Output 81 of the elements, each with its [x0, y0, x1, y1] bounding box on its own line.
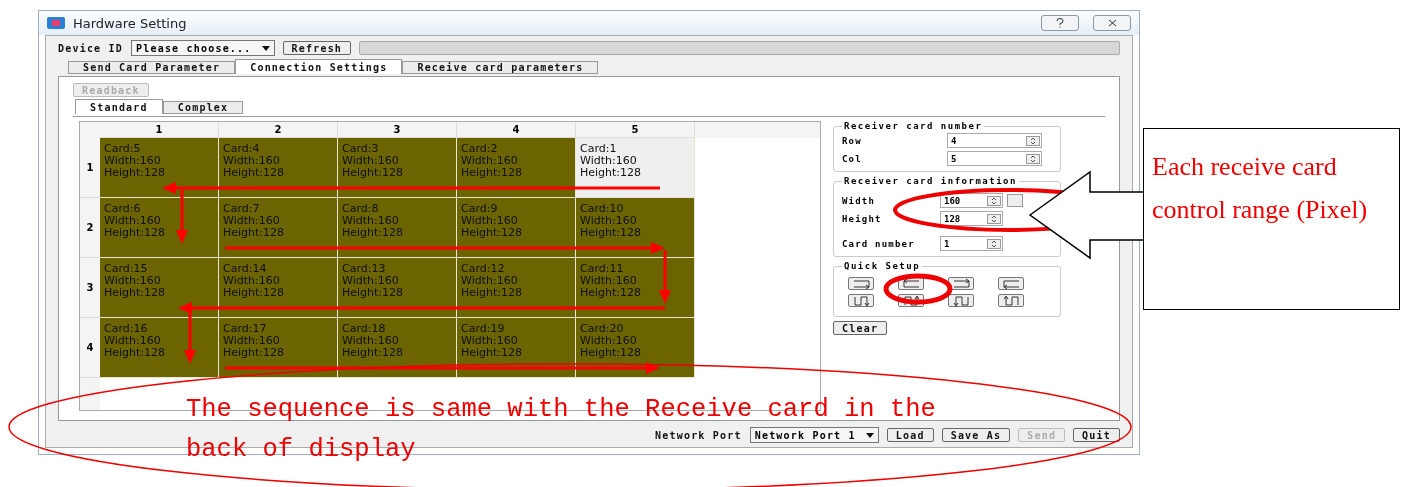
- card-cell[interactable]: Card:10 Width:160 Height:128: [576, 198, 695, 258]
- card-cell[interactable]: Card:15 Width:160 Height:128: [100, 258, 219, 318]
- card-cell[interactable]: Card:13 Width:160 Height:128: [338, 258, 457, 318]
- spin-field[interactable]: 1: [940, 236, 1003, 251]
- column-header: 1: [100, 122, 219, 138]
- caret-icon: [865, 432, 874, 438]
- card-cell[interactable]: Card:3 Width:160 Height:128: [338, 138, 457, 198]
- column-header: 4: [457, 122, 576, 138]
- app-icon: [47, 17, 65, 29]
- tab[interactable]: Complex: [162, 101, 244, 114]
- spin-arrows-icon[interactable]: [1026, 135, 1040, 146]
- card-cell[interactable]: Card:6 Width:160 Height:128: [100, 198, 219, 258]
- group-title: Receiver card number: [843, 121, 984, 131]
- quick-setup-button[interactable]: [848, 277, 874, 290]
- close-icon: [1107, 19, 1117, 27]
- field-label: Row: [842, 135, 863, 146]
- spin-field[interactable]: 4: [947, 133, 1042, 148]
- spin-field[interactable]: 5: [947, 151, 1042, 166]
- spin-arrows-icon[interactable]: [987, 213, 1001, 224]
- action-button[interactable]: Quit: [1073, 428, 1120, 442]
- annotation-note-line: The sequence is same with the Receive card in the: [186, 394, 936, 426]
- column-header: 5: [576, 122, 695, 138]
- close-button[interactable]: [1093, 15, 1131, 31]
- card-cell[interactable]: Card:12 Width:160 Height:128: [457, 258, 576, 318]
- card-cell[interactable]: Card:9 Width:160 Height:128: [457, 198, 576, 258]
- help-icon: [1056, 18, 1064, 28]
- row-header: 4: [80, 318, 100, 378]
- card-cell[interactable]: Card:7 Width:160 Height:128: [219, 198, 338, 258]
- card-cell[interactable]: Card:4 Width:160 Height:128: [219, 138, 338, 198]
- card-cell[interactable]: Card:8 Width:160 Height:128: [338, 198, 457, 258]
- help-button[interactable]: [1041, 15, 1079, 31]
- highlight-circle: [883, 273, 953, 305]
- card-cell[interactable]: Card:16 Width:160 Height:128: [100, 318, 219, 378]
- tab[interactable]: Send Card Parameter: [68, 61, 236, 74]
- card-cell[interactable]: Card:11 Width:160 Height:128: [576, 258, 695, 318]
- action-button[interactable]: Save As: [941, 428, 1011, 442]
- spin-arrows-icon[interactable]: [987, 195, 1001, 206]
- snake-path-icon: [1000, 277, 1022, 290]
- row-header: 1: [80, 138, 100, 198]
- field-label: Width: [842, 195, 876, 206]
- field-label: Card number: [842, 238, 915, 249]
- annotation-note-line: back of display: [186, 434, 416, 466]
- tab[interactable]: Standard: [75, 99, 163, 114]
- quick-setup-button[interactable]: [998, 277, 1024, 290]
- clear-button[interactable]: Clear: [833, 321, 888, 335]
- card-cell[interactable]: Card:20 Width:160 Height:128: [576, 318, 695, 378]
- quick-setup-button[interactable]: [948, 294, 974, 307]
- card-cell[interactable]: Card:18 Width:160 Height:128: [338, 318, 457, 378]
- row-header: 3: [80, 258, 100, 318]
- quick-setup-button[interactable]: [948, 277, 974, 290]
- column-header: 2: [219, 122, 338, 138]
- card-cell[interactable]: Card:2 Width:160 Height:128: [457, 138, 576, 198]
- caret-icon: [261, 45, 270, 51]
- card-cell[interactable]: Card:1 Width:160 Height:128: [576, 138, 695, 198]
- device-select[interactable]: Please choose...: [131, 40, 275, 56]
- quick-setup-button[interactable]: [848, 294, 874, 307]
- spin-arrows-icon[interactable]: [987, 238, 1001, 249]
- spin-field[interactable]: 160: [940, 193, 1003, 208]
- device-id-label: Device ID: [58, 42, 123, 54]
- snake-path-icon: [900, 277, 922, 290]
- refresh-button[interactable]: Refresh: [282, 41, 352, 55]
- network-port-select[interactable]: Network Port 1: [749, 427, 879, 443]
- group-title: Quick Setup: [843, 261, 922, 271]
- card-cell[interactable]: Card:14 Width:160 Height:128: [219, 258, 338, 318]
- field-label: Height: [842, 213, 882, 224]
- callout-text: Each receive card control range (Pixel): [1143, 128, 1400, 310]
- field-label: Col: [842, 153, 863, 164]
- spin-arrows-icon[interactable]: [1026, 153, 1040, 164]
- tab[interactable]: Connection Settings: [235, 59, 403, 74]
- tab[interactable]: Receive card parameters: [402, 61, 599, 74]
- network-port-label: Network Port: [655, 429, 742, 441]
- card-cell[interactable]: Card:5 Width:160 Height:128: [100, 138, 219, 198]
- column-header: 3: [338, 122, 457, 138]
- spin-field[interactable]: 128: [940, 211, 1003, 226]
- group-title: Receiver card information: [843, 176, 1018, 186]
- card-cell[interactable]: Card:19 Width:160 Height:128: [457, 318, 576, 378]
- window-title: Hardware Setting: [73, 15, 188, 31]
- row-header: 2: [80, 198, 100, 258]
- quick-setup-button[interactable]: [998, 294, 1024, 307]
- action-button[interactable]: Load: [886, 428, 934, 442]
- card-cell[interactable]: Card:17 Width:160 Height:128: [219, 318, 338, 378]
